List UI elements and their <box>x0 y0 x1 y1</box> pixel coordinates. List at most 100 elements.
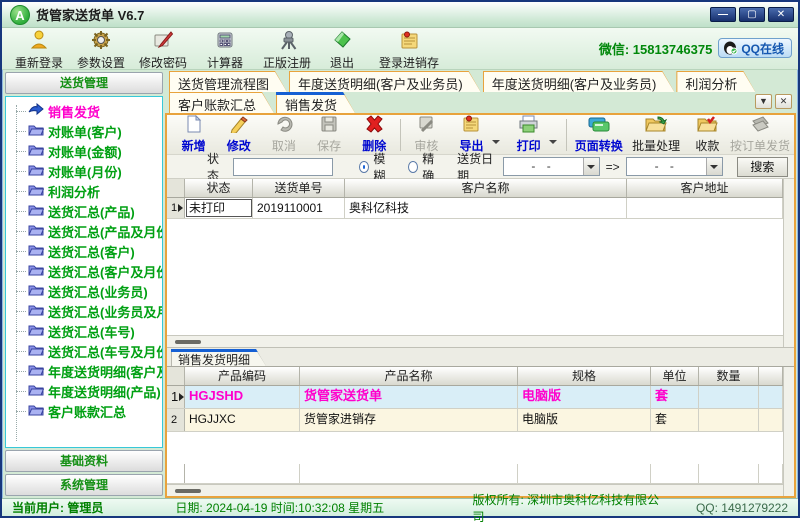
tab-delivery-flowchart[interactable]: 送货管理流程图 <box>169 71 287 92</box>
receive-payment-button[interactable]: 收款 <box>685 116 730 154</box>
cell-order-no[interactable]: 2019110001 <box>253 198 345 218</box>
floppy-icon <box>319 115 339 136</box>
col-order-no[interactable]: 送货单号 <box>253 179 345 197</box>
tab-customer-balance-summary[interactable]: 客户账款汇总 <box>169 92 274 113</box>
tab-close-button[interactable]: ✕ <box>775 94 792 109</box>
cell-product-name[interactable]: 货管家进销存 <box>300 409 518 431</box>
col-unit[interactable]: 单位 <box>651 367 699 385</box>
col-quantity[interactable]: 数量 <box>699 367 759 385</box>
col-spec[interactable]: 规格 <box>518 367 651 385</box>
export-button[interactable]: 导出 <box>449 116 494 154</box>
folder-refresh-icon <box>644 115 668 136</box>
sidebar-item-statement-amount[interactable]: 对账单(金额) <box>12 141 162 161</box>
sub-tab-strip: 客户账款汇总 销售发货 ▼ ✕ <box>165 92 796 113</box>
add-button[interactable]: 新增 <box>171 116 216 154</box>
detail-new-row[interactable] <box>167 464 783 484</box>
printer-icon <box>518 115 540 136</box>
red-x-icon <box>364 115 384 136</box>
col-product-name[interactable]: 产品名称 <box>300 367 518 385</box>
sidebar-item-profit-analysis[interactable]: 利润分析 <box>12 181 162 201</box>
cell-address[interactable] <box>627 198 783 218</box>
tab-profit-analysis[interactable]: 利润分析 <box>676 71 755 92</box>
detail-grid: 产品编码 产品名称 规格 单位 数量 1 HGJSHD 货管家送货单 <box>167 366 794 496</box>
sidebar-item-annual-detail-customer[interactable]: 年度送货明细(客户及 <box>12 361 162 381</box>
settings-button[interactable]: 参数设置 <box>70 30 132 68</box>
cell-product-code[interactable]: HGJSHD <box>185 386 300 408</box>
tab-list-dropdown-button[interactable]: ▼ <box>755 94 772 109</box>
main-grid-vscrollbar[interactable] <box>783 179 794 347</box>
sidebar-item-summary-truck[interactable]: 送货汇总(车号) <box>12 321 162 341</box>
cell-spec[interactable]: 电脑版 <box>518 386 651 408</box>
sidebar-section-system[interactable]: 系统管理 <box>5 474 163 496</box>
folder-icon <box>28 283 44 299</box>
qq-online-button[interactable]: QQ在线 <box>718 38 792 58</box>
batch-process-button[interactable]: 批量处理 <box>627 116 684 154</box>
close-button[interactable]: ✕ <box>768 7 794 22</box>
col-product-code[interactable]: 产品编码 <box>185 367 300 385</box>
maximize-button[interactable]: ▢ <box>739 7 765 22</box>
col-customer[interactable]: 客户名称 <box>345 179 627 197</box>
cell-quantity[interactable] <box>699 386 759 408</box>
cell-unit[interactable]: 套 <box>651 386 699 408</box>
sidebar-item-summary-customer[interactable]: 送货汇总(客户) <box>12 241 162 261</box>
change-password-button[interactable]: 修改密码 <box>132 30 194 68</box>
cell-product-code[interactable]: HGJJXC <box>185 409 300 431</box>
sidebar-item-statement-month[interactable]: 对账单(月份) <box>12 161 162 181</box>
register-button[interactable]: 正版注册 <box>256 30 318 68</box>
cancel-button: 取消 <box>261 116 306 154</box>
detail-grid-vscrollbar[interactable] <box>783 367 794 496</box>
cell-status[interactable]: 未打印 <box>185 198 253 218</box>
edit-button[interactable]: 修改 <box>216 116 261 154</box>
record-pointer-icon <box>179 393 184 401</box>
cell-unit[interactable]: 套 <box>651 409 699 431</box>
folder-icon <box>28 403 44 419</box>
tab-sales-delivery-detail[interactable]: 销售发货明细 <box>171 349 266 366</box>
folder-icon <box>28 243 44 259</box>
login-inventory-button[interactable]: 登录进销存 <box>366 30 452 68</box>
sidebar-item-statement-customer[interactable]: 对账单(客户) <box>12 121 162 141</box>
export-note-icon <box>461 115 481 136</box>
exit-button[interactable]: 退出 <box>318 30 366 68</box>
order-row[interactable]: 1 未打印 2019110001 奥科亿科技 <box>167 198 783 219</box>
sidebar-item-summary-truck-month[interactable]: 送货汇总(车号及月份) <box>12 341 162 361</box>
detail-row[interactable]: 2 HGJJXC 货管家进销存 电脑版 套 <box>167 409 783 432</box>
calculator-button[interactable]: 计算器 <box>194 30 256 68</box>
sidebar-item-summary-product[interactable]: 送货汇总(产品) <box>12 201 162 221</box>
minimize-button[interactable]: — <box>710 7 736 22</box>
cell-customer[interactable]: 奥科亿科技 <box>345 198 627 218</box>
relogin-button[interactable]: 重新登录 <box>8 30 70 68</box>
search-button[interactable]: 搜索 <box>737 157 788 177</box>
export-dropdown-arrow[interactable] <box>492 140 500 144</box>
sidebar-item-summary-salesman[interactable]: 送货汇总(业务员) <box>12 281 162 301</box>
range-arrow: => <box>606 160 620 174</box>
sidebar-section-basic-data[interactable]: 基础资料 <box>5 450 163 472</box>
tab-sales-delivery[interactable]: 销售发货 <box>276 92 355 113</box>
cell-product-name[interactable]: 货管家送货单 <box>300 386 518 408</box>
page-convert-button[interactable]: 页面转换 <box>570 116 627 154</box>
status-filter-input[interactable] <box>233 158 333 176</box>
toolbar-separator <box>566 119 567 151</box>
sidebar-item-customer-balance[interactable]: 客户账款汇总 <box>12 401 162 421</box>
sidebar-item-summary-customer-month[interactable]: 送货汇总(客户及月份) <box>12 261 162 281</box>
sidebar-item-sales-delivery[interactable]: 销售发货 <box>12 101 162 121</box>
date-to-select[interactable]: - - <box>626 157 723 176</box>
sidebar-item-annual-detail-product[interactable]: 年度送货明细(产品) <box>12 381 162 401</box>
col-address[interactable]: 客户地址 <box>627 179 783 197</box>
current-user: 当前用户: 管理员 <box>12 499 175 516</box>
delete-button[interactable]: 删除 <box>352 116 397 154</box>
sidebar-section-delivery[interactable]: 送货管理 <box>5 72 163 94</box>
sidebar-item-summary-product-month[interactable]: 送货汇总(产品及月份) <box>12 221 162 241</box>
main-grid-hscrollbar[interactable] <box>167 335 783 347</box>
tab-annual-delivery-detail-2[interactable]: 年度送货明细(客户及业务员) <box>483 71 675 92</box>
tab-annual-delivery-detail-1[interactable]: 年度送货明细(客户及业务员) <box>289 71 481 92</box>
cell-quantity[interactable] <box>699 409 759 431</box>
radio-selected-icon <box>359 161 369 173</box>
detail-row[interactable]: 1 HGJSHD 货管家送货单 电脑版 套 <box>167 386 783 409</box>
col-status[interactable]: 状态 <box>185 179 253 197</box>
print-dropdown-arrow[interactable] <box>549 140 557 144</box>
cell-spec[interactable]: 电脑版 <box>518 409 651 431</box>
sidebar-item-summary-salesman-month[interactable]: 送货汇总(业务员及月 <box>12 301 162 321</box>
date-from-select[interactable]: - - <box>503 157 600 176</box>
main-tab-strip: 送货管理流程图 年度送货明细(客户及业务员) 年度送货明细(客户及业务员) 利润… <box>165 70 796 92</box>
print-button[interactable]: 打印 <box>506 116 551 154</box>
